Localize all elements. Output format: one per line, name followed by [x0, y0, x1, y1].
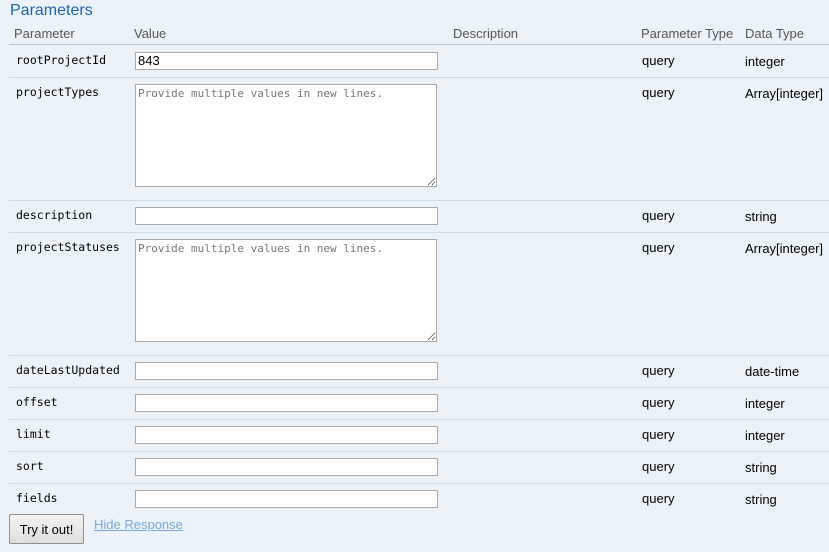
- description-input[interactable]: [135, 207, 438, 225]
- data-type: integer: [745, 54, 785, 69]
- root-project-id-input[interactable]: [135, 52, 438, 70]
- header-parameter-type: Parameter Type: [641, 26, 734, 41]
- offset-input[interactable]: [135, 394, 438, 412]
- date-last-updated-input[interactable]: [135, 362, 438, 380]
- param-type: query: [642, 491, 675, 506]
- header-description: Description: [453, 26, 519, 41]
- param-type: query: [642, 427, 675, 442]
- data-type: Array[integer]: [745, 86, 824, 101]
- data-type: date-time: [745, 364, 800, 379]
- fields-input[interactable]: [135, 490, 438, 508]
- data-type: string: [745, 492, 777, 507]
- param-name: sort: [16, 459, 44, 473]
- header-parameter: Parameter: [14, 26, 75, 41]
- data-type: string: [745, 460, 777, 475]
- project-statuses-textarea[interactable]: [135, 239, 437, 342]
- row-divider: [9, 200, 829, 201]
- data-type: Array[integer]: [745, 241, 824, 256]
- header-data-type: Data Type: [745, 26, 805, 41]
- data-type: integer: [745, 396, 785, 411]
- param-name: offset: [16, 395, 58, 409]
- header-value: Value: [134, 26, 167, 41]
- param-type: query: [642, 459, 675, 474]
- param-name: dateLastUpdated: [16, 363, 120, 377]
- param-name: projectStatuses: [16, 240, 120, 254]
- param-type: query: [642, 53, 675, 68]
- param-name: projectTypes: [16, 85, 100, 99]
- header-divider: [9, 44, 829, 45]
- hide-response-link[interactable]: Hide Response: [94, 517, 183, 532]
- row-divider: [9, 387, 829, 388]
- param-type: query: [642, 240, 675, 255]
- row-divider: [9, 483, 829, 484]
- data-type: integer: [745, 428, 785, 443]
- param-name: fields: [16, 491, 58, 505]
- project-types-textarea[interactable]: [135, 84, 437, 187]
- section-title: Parameters: [10, 2, 93, 19]
- row-divider: [9, 355, 829, 356]
- sort-input[interactable]: [135, 458, 438, 476]
- param-type: query: [642, 395, 675, 410]
- data-type: string: [745, 209, 777, 224]
- limit-input[interactable]: [135, 426, 438, 444]
- row-divider: [9, 451, 829, 452]
- row-divider: [9, 232, 829, 233]
- param-name: rootProjectId: [16, 53, 107, 67]
- row-divider: [9, 419, 829, 420]
- param-name: limit: [16, 427, 51, 441]
- param-type: query: [642, 208, 675, 223]
- param-type: query: [642, 85, 675, 100]
- try-it-out-button[interactable]: Try it out!: [9, 514, 84, 544]
- param-name: description: [16, 208, 93, 222]
- param-type: query: [642, 363, 675, 378]
- row-divider: [9, 77, 829, 78]
